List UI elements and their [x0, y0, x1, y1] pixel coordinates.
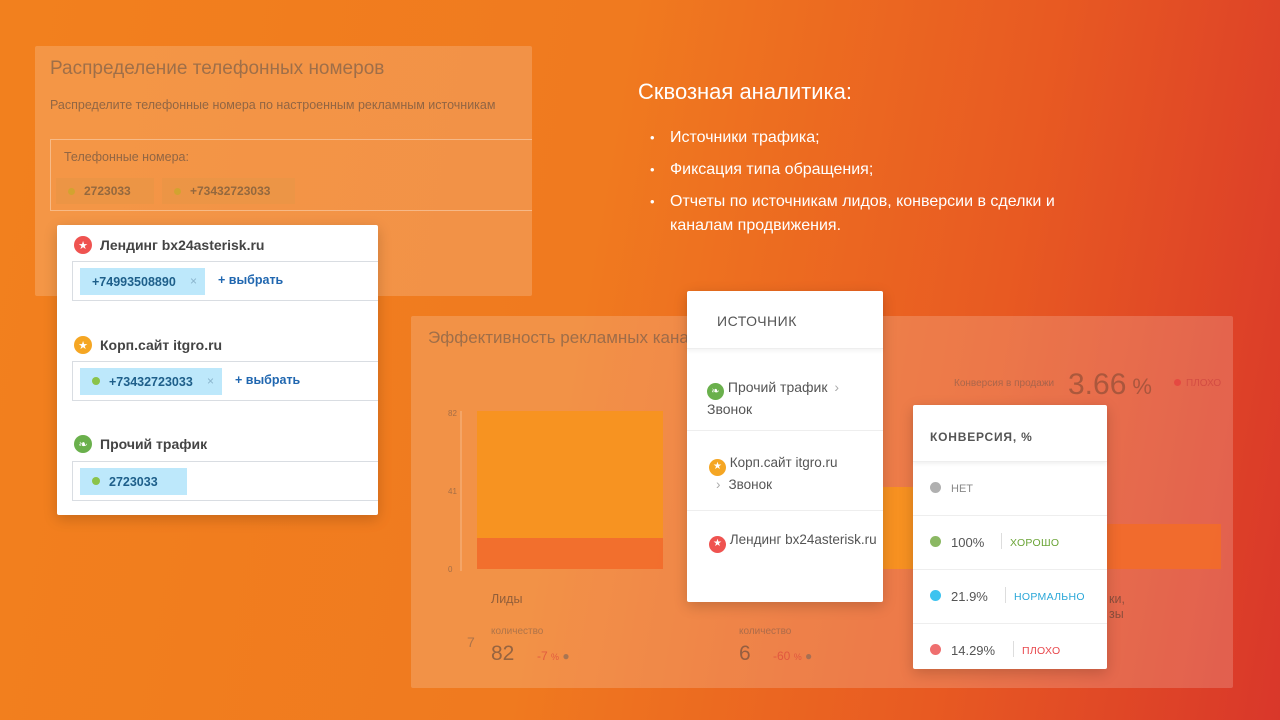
- phone-chip-faded: 2723033: [56, 178, 154, 204]
- leaf-icon: ❧: [707, 383, 724, 400]
- status-dot: [930, 482, 941, 493]
- col-deals-sub: количество: [739, 626, 792, 637]
- col-left-stub: 7: [467, 634, 475, 650]
- source-filter-item[interactable]: ★ Лендинг bx24asterisk.ru: [687, 511, 883, 602]
- phones-box: Телефонные номера: 2723033 +73432723033: [50, 139, 532, 211]
- source-filter-card: ИСТОЧНИК ❧ Прочий трафик › Звонок ★ Корп…: [687, 291, 883, 602]
- eff-panel-title: Эффективность рекламных канал: [428, 328, 699, 347]
- bar-leads: [477, 411, 663, 538]
- conversion-filter-card: КОНВЕРСИЯ, % НЕТ 100% ХОРОШО 21.9% НОРМА…: [913, 405, 1107, 669]
- phone-chip-faded: +73432723033: [162, 178, 295, 204]
- y-tick-label: 0: [448, 565, 453, 574]
- leaf-icon: ❧: [74, 435, 92, 453]
- source-title-other: ❧ Прочий трафик: [74, 435, 207, 453]
- star-icon: ★: [74, 236, 92, 254]
- y-tick-label: 41: [448, 487, 457, 496]
- source-phone-box[interactable]: +74993508890 × + выбрать: [72, 261, 378, 301]
- chevron-right-icon: ›: [834, 379, 840, 395]
- close-icon[interactable]: ×: [207, 374, 214, 388]
- conversion-label: Конверсия в продажи: [954, 378, 1055, 389]
- status-dot: [930, 590, 941, 601]
- source-phone-box[interactable]: 2723033: [72, 461, 378, 501]
- star-icon: ★: [709, 535, 726, 553]
- source-filter-item[interactable]: ★ Корп.сайт itgro.ru › Звонок: [687, 431, 883, 511]
- phone-chip[interactable]: +73432723033 ×: [80, 368, 222, 395]
- conversion-value: 3.66%: [1068, 368, 1152, 401]
- conversion-filter-header: КОНВЕРСИЯ, %: [913, 405, 1107, 462]
- star-icon: ★: [709, 458, 726, 476]
- source-title-landing: ★ Лендинг bx24asterisk.ru: [74, 236, 264, 254]
- source-phone-box[interactable]: +73432723033 × + выбрать: [72, 361, 378, 401]
- sources-phones-card: ★ Лендинг bx24asterisk.ru +74993508890 × …: [57, 225, 378, 515]
- hero-bullet: Фиксация типа обращения;: [650, 158, 1072, 182]
- phone-chip[interactable]: +74993508890 ×: [80, 268, 205, 295]
- status-dot: [92, 377, 100, 385]
- hero-title: Сквозная аналитика:: [638, 79, 853, 104]
- hero-bullet: Отчеты по источникам лидов, конверсии в …: [650, 190, 1072, 238]
- source-filter-header: ИСТОЧНИК: [687, 291, 883, 349]
- bar-sales: [1107, 524, 1221, 569]
- col-leads-sub: количество: [491, 626, 544, 637]
- phones-box-label: Телефонные номера:: [64, 150, 189, 164]
- conversion-row[interactable]: 21.9% НОРМАЛЬНО: [913, 570, 1107, 624]
- col-leads-value: 82: [491, 642, 515, 665]
- conversion-status: ПЛОХО: [1174, 378, 1221, 389]
- phone-chip[interactable]: 2723033: [80, 468, 187, 495]
- status-dot: [930, 536, 941, 547]
- chevron-right-icon: ›: [716, 476, 721, 492]
- col-leads-delta: -7 % ●: [537, 649, 570, 663]
- pick-phone-button[interactable]: + выбрать: [218, 273, 283, 287]
- conversion-row[interactable]: НЕТ: [913, 462, 1107, 516]
- hero-bullet: Источники трафика;: [650, 126, 1072, 150]
- source-title-corp: ★ Корп.сайт itgro.ru: [74, 336, 222, 354]
- phones-panel-title: Распределение телефонных номеров: [50, 58, 385, 79]
- star-icon: ★: [74, 336, 92, 354]
- pick-phone-button[interactable]: + выбрать: [235, 373, 300, 387]
- phones-panel-subtitle: Распределите телефонные номера по настро…: [50, 98, 496, 112]
- col-sales-partial-label: ки, зы: [1109, 592, 1125, 621]
- col-deals-delta: -60 % ●: [773, 649, 813, 663]
- y-tick-label: 82: [448, 409, 457, 418]
- col-deals-value: 6: [739, 642, 751, 665]
- status-dot: [930, 644, 941, 655]
- source-filter-item[interactable]: ❧ Прочий трафик › Звонок: [687, 367, 883, 431]
- conversion-row[interactable]: 14.29% ПЛОХО: [913, 624, 1107, 678]
- bar-leads-base: [477, 538, 663, 569]
- status-dot: [92, 477, 100, 485]
- conversion-row[interactable]: 100% ХОРОШО: [913, 516, 1107, 570]
- close-icon[interactable]: ×: [190, 274, 197, 288]
- col-leads-label: Лиды: [491, 592, 523, 606]
